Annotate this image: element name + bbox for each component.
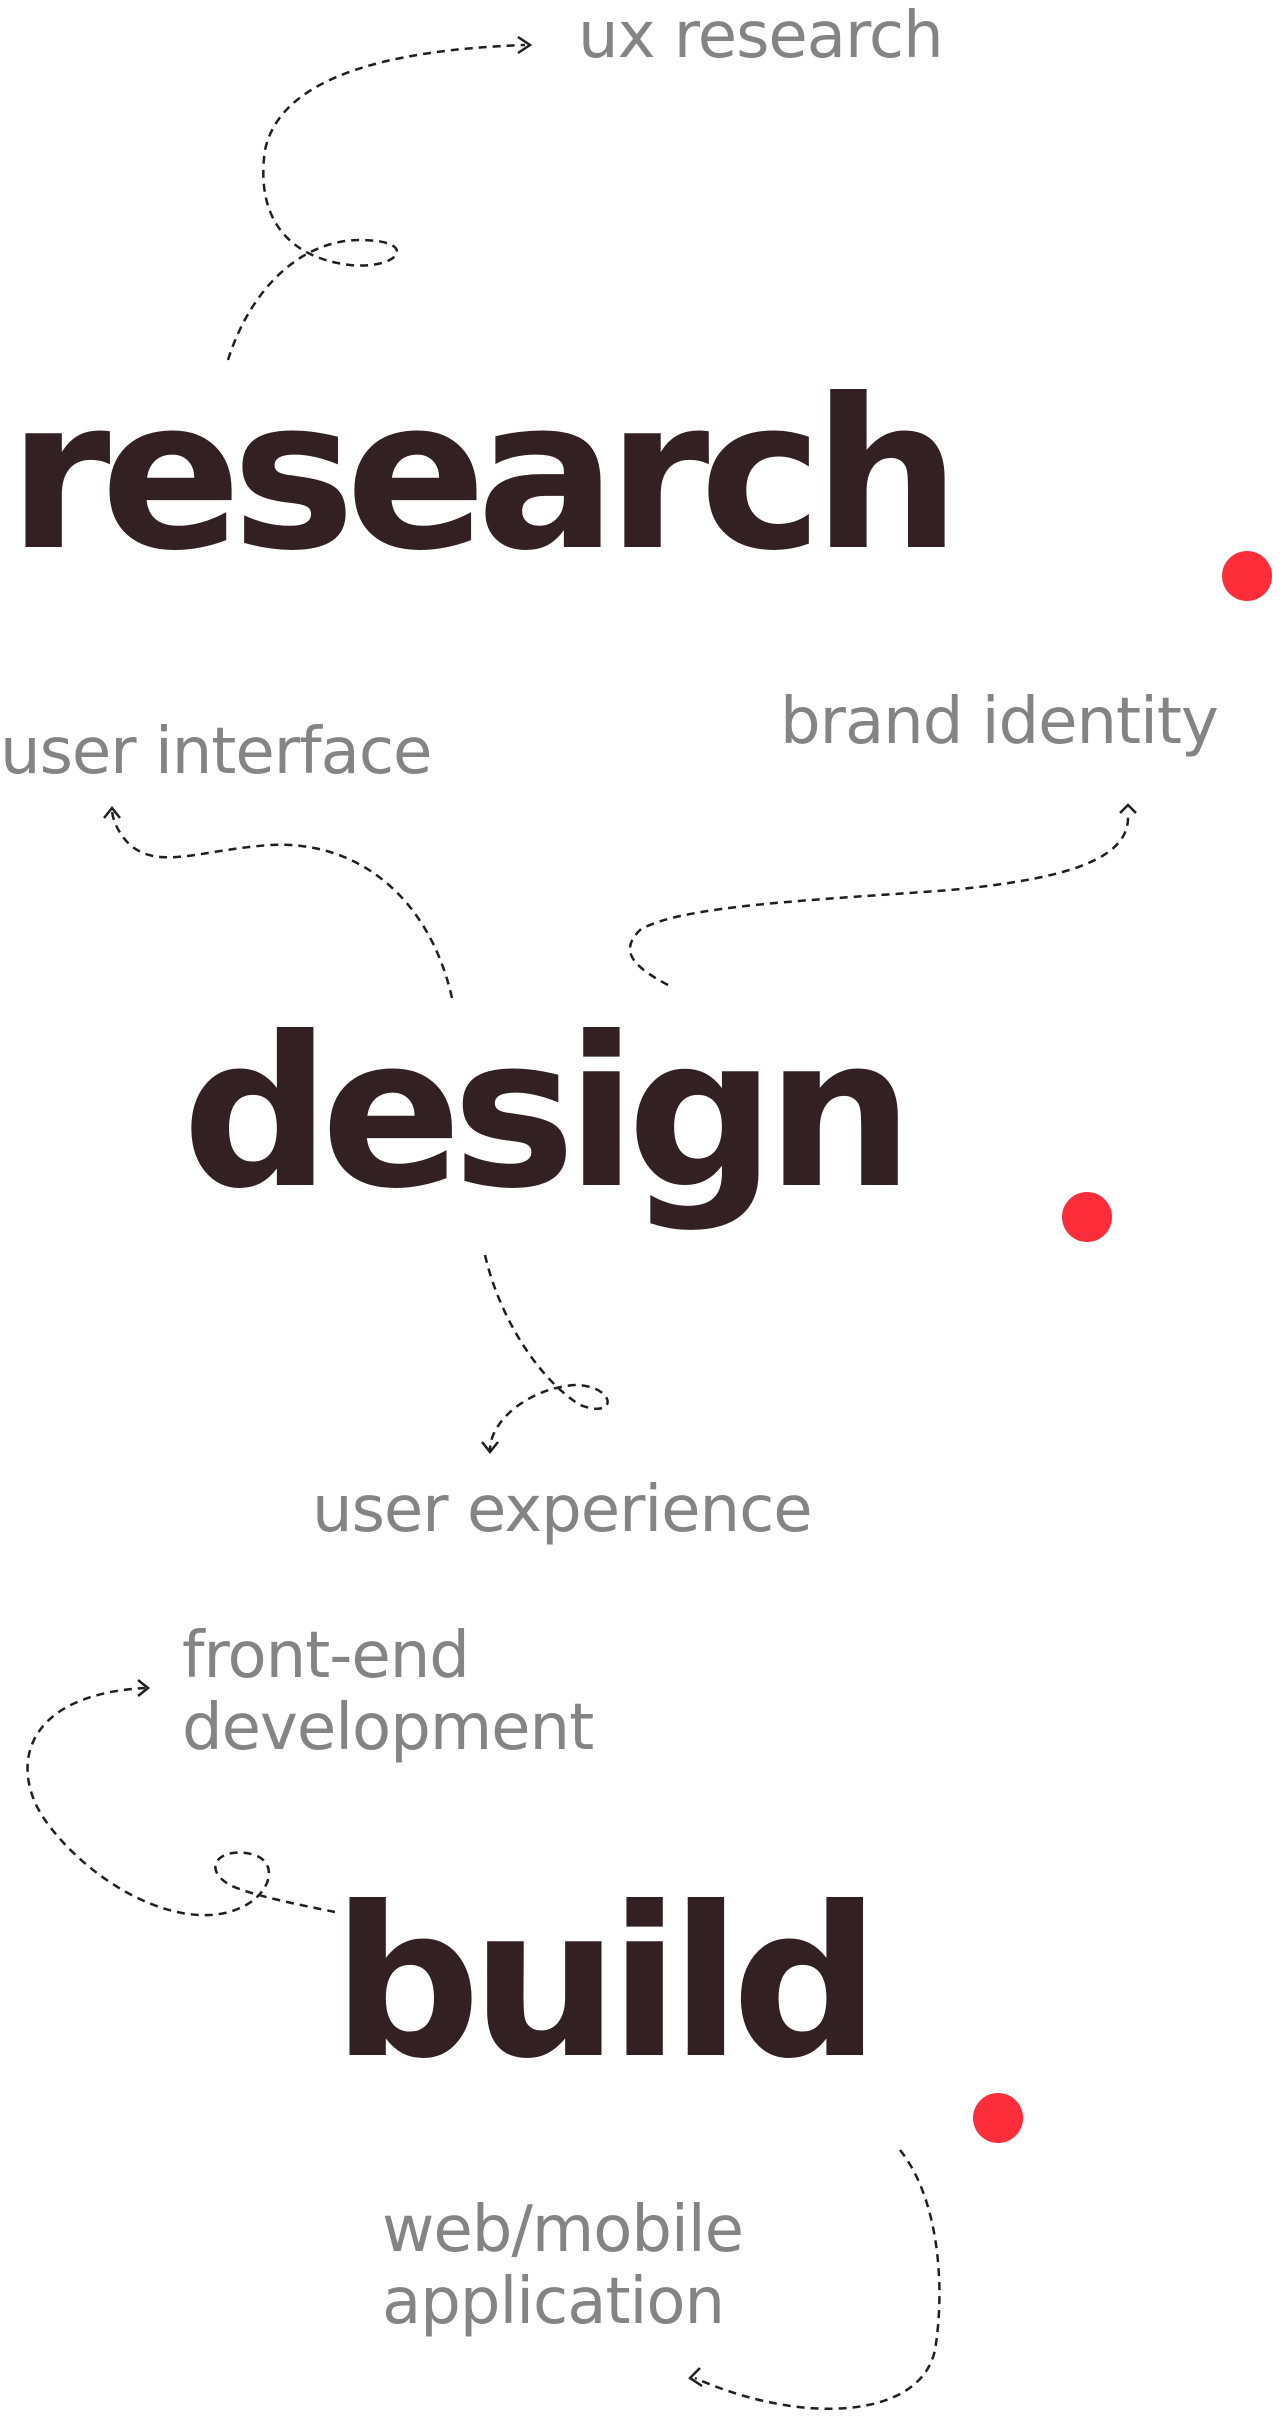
stage-heading-build: build (332, 1863, 880, 2105)
subtopic-line: brand identity (780, 685, 1219, 759)
arrow-brand-identity (1119, 803, 1137, 814)
accent-dot-research (1222, 551, 1272, 601)
connector-design-to-user-experience (483, 1254, 609, 1451)
subtopic-user-experience: user experience (312, 1473, 813, 1547)
arrow-front-end (137, 1679, 151, 1697)
subtopic-web-mobile-application: web/mobile application (382, 2193, 744, 2339)
subtopic-line: application (382, 2265, 725, 2339)
subtopic-brand-identity: brand identity (780, 685, 1219, 759)
accent-dot-build (973, 2093, 1023, 2143)
subtopic-front-end-development: front-end development (182, 1619, 594, 1765)
arrow-user-experience (481, 1441, 499, 1455)
connector-design-to-user-interface (110, 809, 454, 999)
subtopic-line: web/mobile (382, 2193, 744, 2267)
arrow-user-interface (103, 805, 121, 819)
subtopic-line: user interface (0, 715, 432, 789)
arrow-web-mobile (688, 2367, 703, 2388)
subtopic-line: ux research (578, 0, 944, 73)
accent-dot-design (1062, 1192, 1112, 1242)
subtopic-line: development (182, 1691, 594, 1765)
connector-design-to-brand-identity (628, 814, 1130, 987)
stage-heading-research: research (8, 355, 961, 597)
subtopic-line: front-end (182, 1619, 470, 1693)
stage-heading-design: design (182, 993, 914, 1235)
subtopic-line: user experience (312, 1473, 813, 1547)
connector-research-to-ux-research (226, 43, 526, 361)
subtopic-user-interface: user interface (0, 715, 432, 789)
arrow-ux-research (517, 35, 533, 55)
subtopic-ux-research: ux research (578, 0, 944, 73)
